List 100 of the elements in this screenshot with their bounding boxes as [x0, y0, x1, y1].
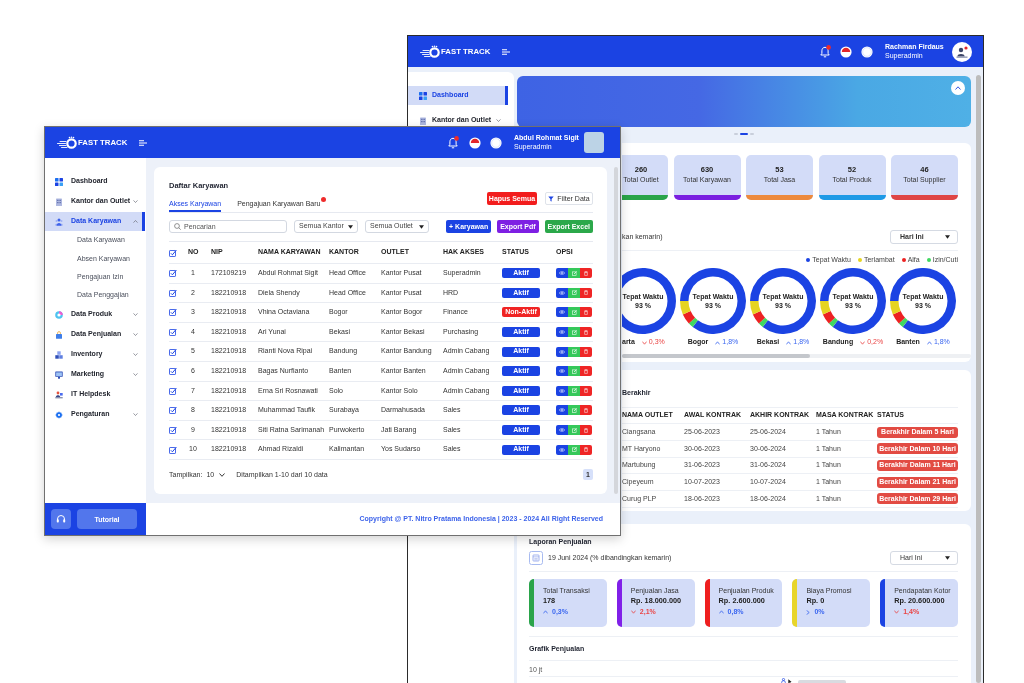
trash-icon	[584, 407, 588, 413]
support-button[interactable]	[51, 509, 71, 529]
delete-button[interactable]	[580, 425, 592, 436]
chevron-up-icon	[543, 610, 548, 614]
avatar-icon[interactable]	[952, 41, 972, 62]
eye-icon	[559, 290, 565, 295]
tooltip-background	[798, 680, 846, 683]
view-button[interactable]	[556, 268, 568, 279]
chevron-down-icon	[630, 610, 636, 614]
trash-icon	[584, 329, 588, 335]
view-button[interactable]	[556, 366, 568, 377]
delete-button[interactable]	[580, 327, 592, 338]
trash-icon	[584, 290, 588, 296]
monitor-icon	[55, 370, 63, 379]
chevron-up-icon	[926, 340, 932, 345]
bag-icon	[55, 330, 63, 339]
photo-placeholder	[584, 132, 604, 153]
desk-icon	[55, 390, 63, 399]
eye-icon	[559, 408, 565, 413]
checkbox[interactable]	[169, 248, 177, 257]
logo-icon	[57, 136, 77, 149]
view-button[interactable]	[556, 425, 568, 436]
edit-icon	[571, 407, 577, 413]
cursor-icon	[788, 679, 792, 683]
scrollbar-thumb[interactable]	[622, 354, 810, 358]
trash-icon	[584, 349, 588, 355]
bell-icon[interactable]	[820, 45, 831, 58]
delete-button[interactable]	[580, 385, 592, 396]
view-button[interactable]	[556, 307, 568, 318]
circle-icon[interactable]	[490, 136, 502, 149]
edit-icon	[571, 368, 577, 374]
view-button[interactable]	[556, 405, 568, 416]
checkbox[interactable]	[169, 386, 177, 395]
menu-icon[interactable]	[502, 48, 511, 55]
caret-icon	[945, 556, 950, 560]
trash-icon	[584, 270, 588, 276]
checkbox[interactable]	[169, 406, 177, 415]
checkbox[interactable]	[169, 347, 177, 356]
donut-segment	[622, 268, 676, 334]
grid-icon	[419, 91, 427, 100]
delete-button[interactable]	[580, 444, 592, 455]
checkbox[interactable]	[169, 367, 177, 376]
chevron-up-icon	[786, 340, 792, 345]
view-button[interactable]	[556, 346, 568, 357]
filter-icon	[548, 195, 555, 202]
flag-icon[interactable]	[469, 136, 481, 149]
eye-icon	[559, 369, 565, 374]
search-icon	[174, 223, 181, 230]
edit-icon	[571, 427, 577, 433]
checkbox[interactable]	[169, 445, 177, 454]
chevron-down-icon	[219, 472, 226, 477]
delete-button[interactable]	[580, 287, 592, 298]
disc-icon	[55, 310, 63, 319]
checkbox[interactable]	[169, 308, 177, 317]
chevron-down-icon	[860, 340, 866, 345]
trash-icon	[584, 447, 588, 453]
checkbox[interactable]	[169, 426, 177, 435]
chevron-up-icon	[718, 610, 724, 614]
collapse-button[interactable]	[951, 81, 965, 95]
eye-icon	[559, 310, 565, 315]
menu-icon[interactable]	[139, 139, 148, 146]
edit-icon	[571, 270, 577, 276]
calendar-icon	[529, 551, 543, 565]
edit-icon	[571, 310, 577, 315]
scrollbar-thumb[interactable]	[976, 75, 981, 683]
view-button[interactable]	[556, 327, 568, 338]
trash-icon	[584, 427, 588, 433]
people-icon	[55, 217, 63, 226]
delete-button[interactable]	[580, 346, 592, 357]
checkbox[interactable]	[169, 288, 177, 297]
delete-button[interactable]	[580, 366, 592, 377]
trash-icon	[584, 388, 588, 394]
logo-icon	[420, 45, 440, 58]
trash-icon	[584, 310, 588, 315]
edit-icon	[571, 349, 577, 355]
eye-icon	[559, 388, 565, 393]
delete-button[interactable]	[580, 405, 592, 416]
eye-icon	[559, 349, 565, 354]
delete-button[interactable]	[580, 268, 592, 279]
edit-icon	[571, 329, 577, 335]
grid-icon	[55, 177, 63, 186]
boxes-icon	[55, 350, 63, 359]
chevron-down-icon	[641, 340, 647, 345]
flag-icon[interactable]	[840, 45, 852, 58]
building-icon	[55, 197, 63, 206]
view-button[interactable]	[556, 287, 568, 298]
circle-icon[interactable]	[861, 45, 873, 58]
chevron-up-icon	[955, 86, 961, 90]
building-icon	[419, 116, 427, 125]
person-icon	[781, 678, 786, 683]
gear-icon	[55, 410, 63, 419]
view-button[interactable]	[556, 444, 568, 455]
view-button[interactable]	[556, 385, 568, 396]
caret-icon	[419, 224, 424, 229]
bell-icon[interactable]	[448, 136, 459, 149]
checkbox[interactable]	[169, 328, 177, 337]
delete-button[interactable]	[580, 307, 592, 318]
edit-icon	[571, 388, 577, 394]
chevron-right-icon	[806, 609, 811, 615]
checkbox[interactable]	[169, 269, 177, 278]
